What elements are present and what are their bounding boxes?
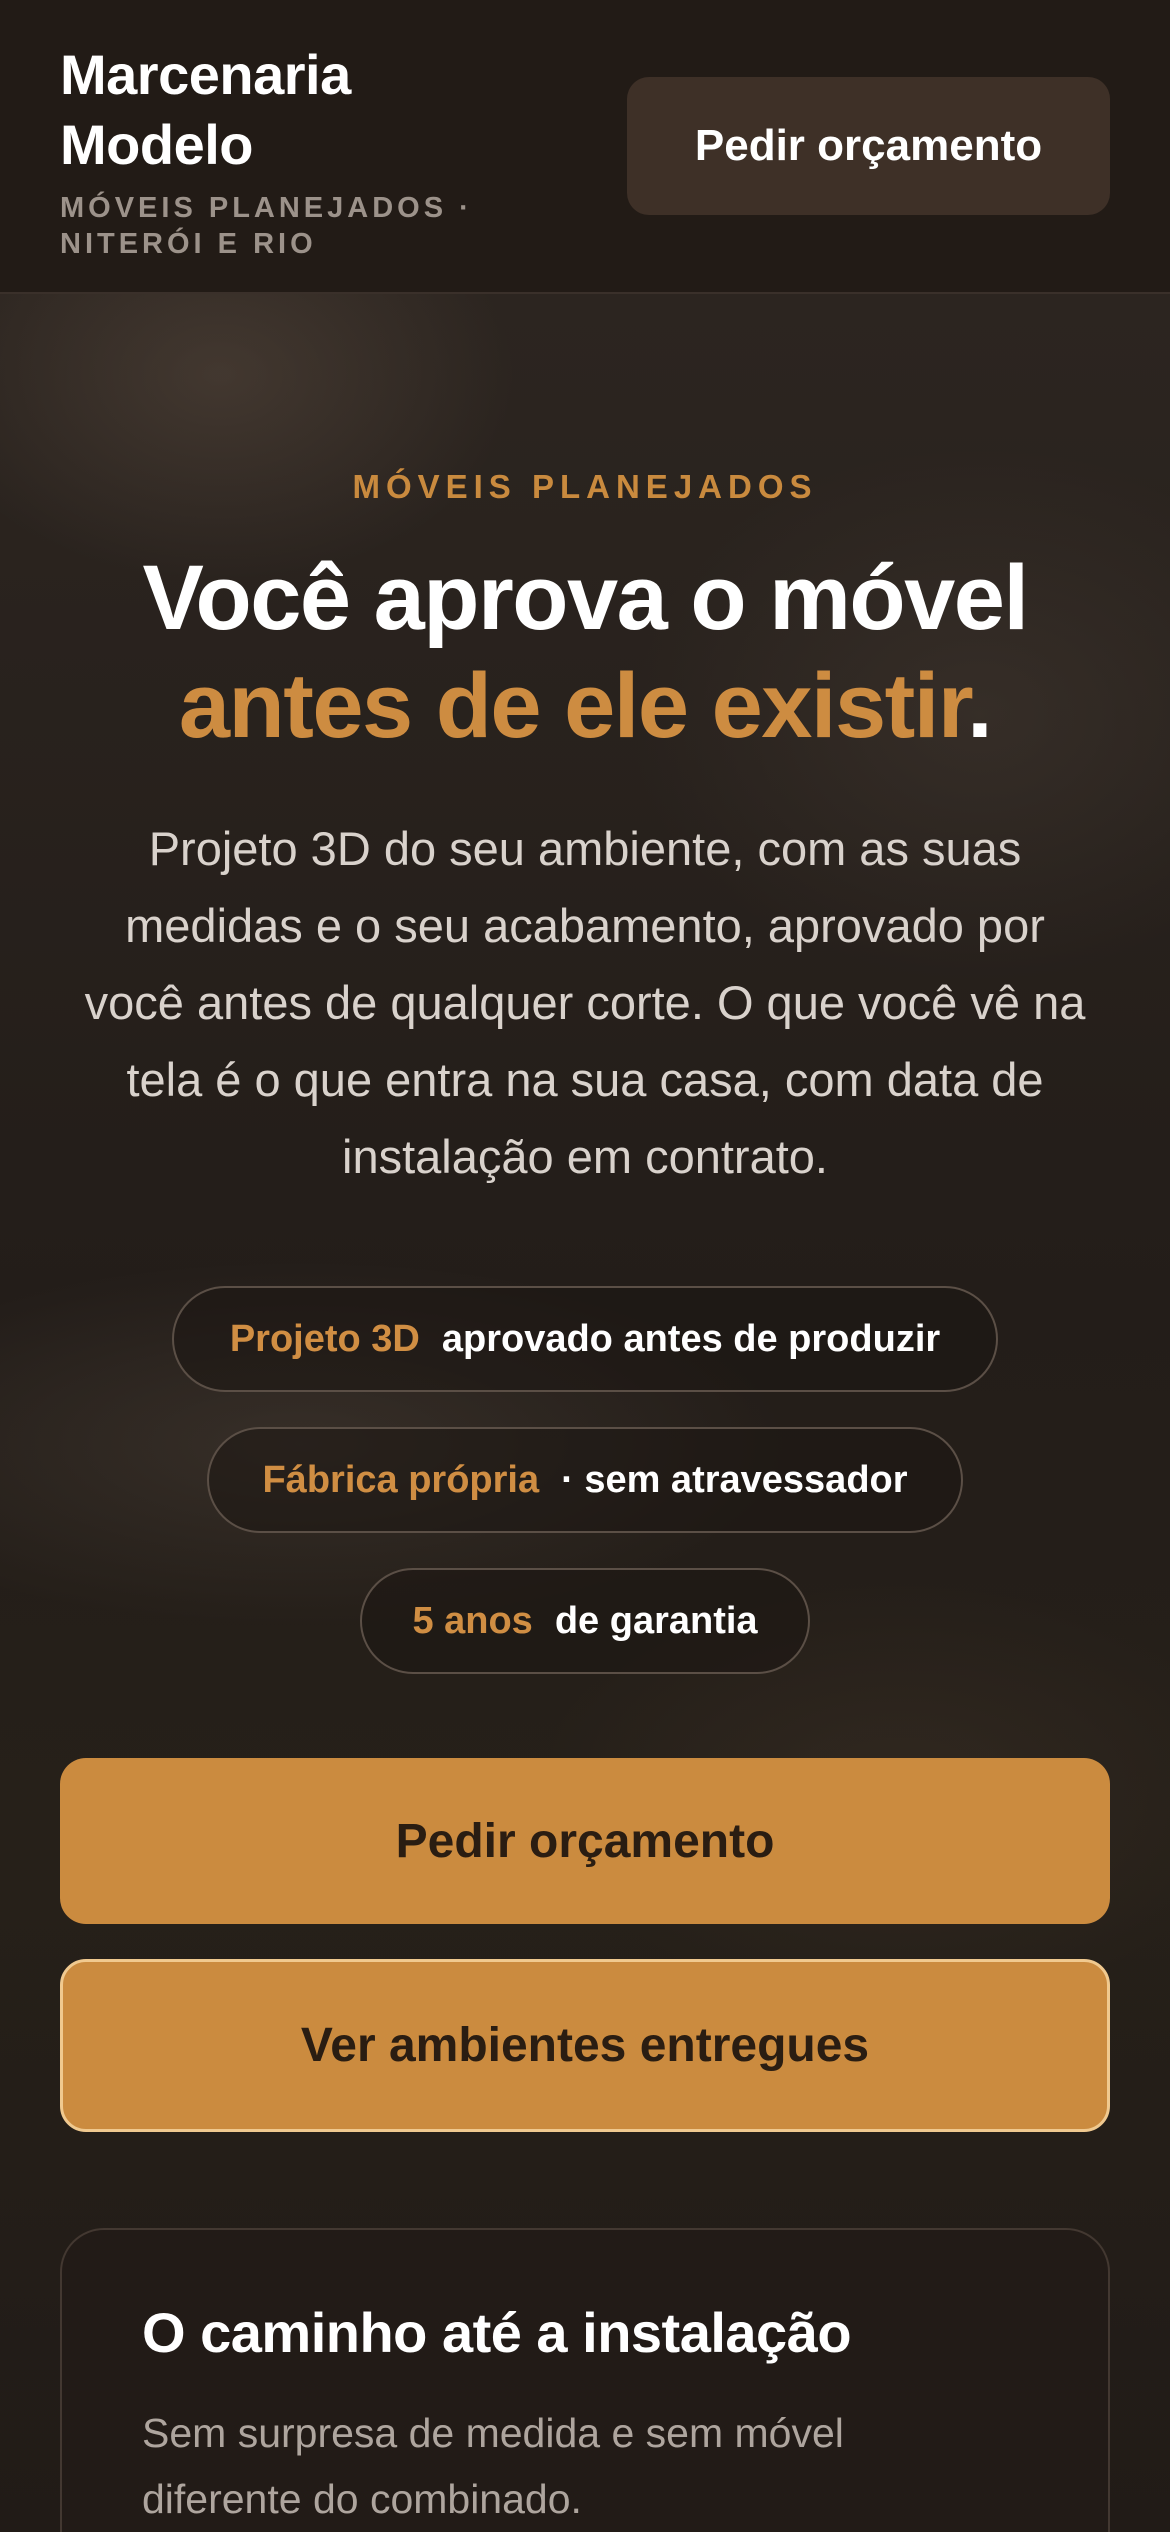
pill-text: de garantia — [554, 1599, 758, 1642]
pill-highlight: Projeto 3D — [229, 1317, 420, 1360]
hero-lead: Projeto 3D do seu ambiente, com as suas … — [84, 822, 1086, 1183]
header-quote-button[interactable]: Pedir orçamento — [627, 77, 1110, 215]
pill-highlight: 5 anos — [412, 1599, 533, 1642]
brand-tagline-line2: NITERÓI E RIO — [60, 228, 317, 260]
feature-pill-warranty: 5 anos de garantia — [360, 1568, 810, 1674]
brand-name-line1: Marcenaria — [60, 43, 351, 106]
pill-highlight: Fábrica própria — [262, 1458, 540, 1501]
process-card: O caminho até a instalação Sem surpresa … — [60, 2228, 1110, 2532]
headline-line1: Você aprova o móvel — [142, 547, 1029, 649]
hero-headline: Você aprova o móvel antes de ele existir… — [40, 544, 1130, 760]
brand-tagline: MÓVEIS PLANEJADOS · NITERÓI E RIO — [60, 190, 580, 262]
quote-button[interactable]: Pedir orçamento — [60, 1758, 1110, 1924]
hero-section: MÓVEIS PLANEJADOS Você aprova o móvel an… — [0, 294, 1170, 2532]
pill-text: · sem atravessador — [561, 1458, 908, 1501]
feature-pill-3d: Projeto 3D aprovado antes de produzir — [172, 1286, 998, 1392]
headline-accent: antes de ele existir — [178, 655, 969, 757]
hero-eyebrow: MÓVEIS PLANEJADOS — [352, 468, 818, 505]
brand-name: Marcenaria Modelo — [60, 40, 580, 180]
process-card-title: O caminho até a instalação — [142, 2301, 852, 2364]
pill-text: aprovado antes de produzir — [441, 1317, 941, 1360]
feature-pill-factory: Fábrica própria · sem atravessador — [207, 1427, 963, 1533]
headline-period: . — [967, 655, 993, 757]
view-projects-button[interactable]: Ver ambientes entregues — [60, 1959, 1110, 2132]
site-header: Marcenaria Modelo MÓVEIS PLANEJADOS · NI… — [0, 0, 1170, 294]
brand[interactable]: Marcenaria Modelo MÓVEIS PLANEJADOS · NI… — [60, 40, 580, 262]
brand-name-line2: Modelo — [60, 113, 253, 176]
brand-tagline-line1: MÓVEIS PLANEJADOS · — [60, 192, 473, 224]
process-card-text: Sem surpresa de medida e sem móvel difer… — [142, 2410, 844, 2522]
